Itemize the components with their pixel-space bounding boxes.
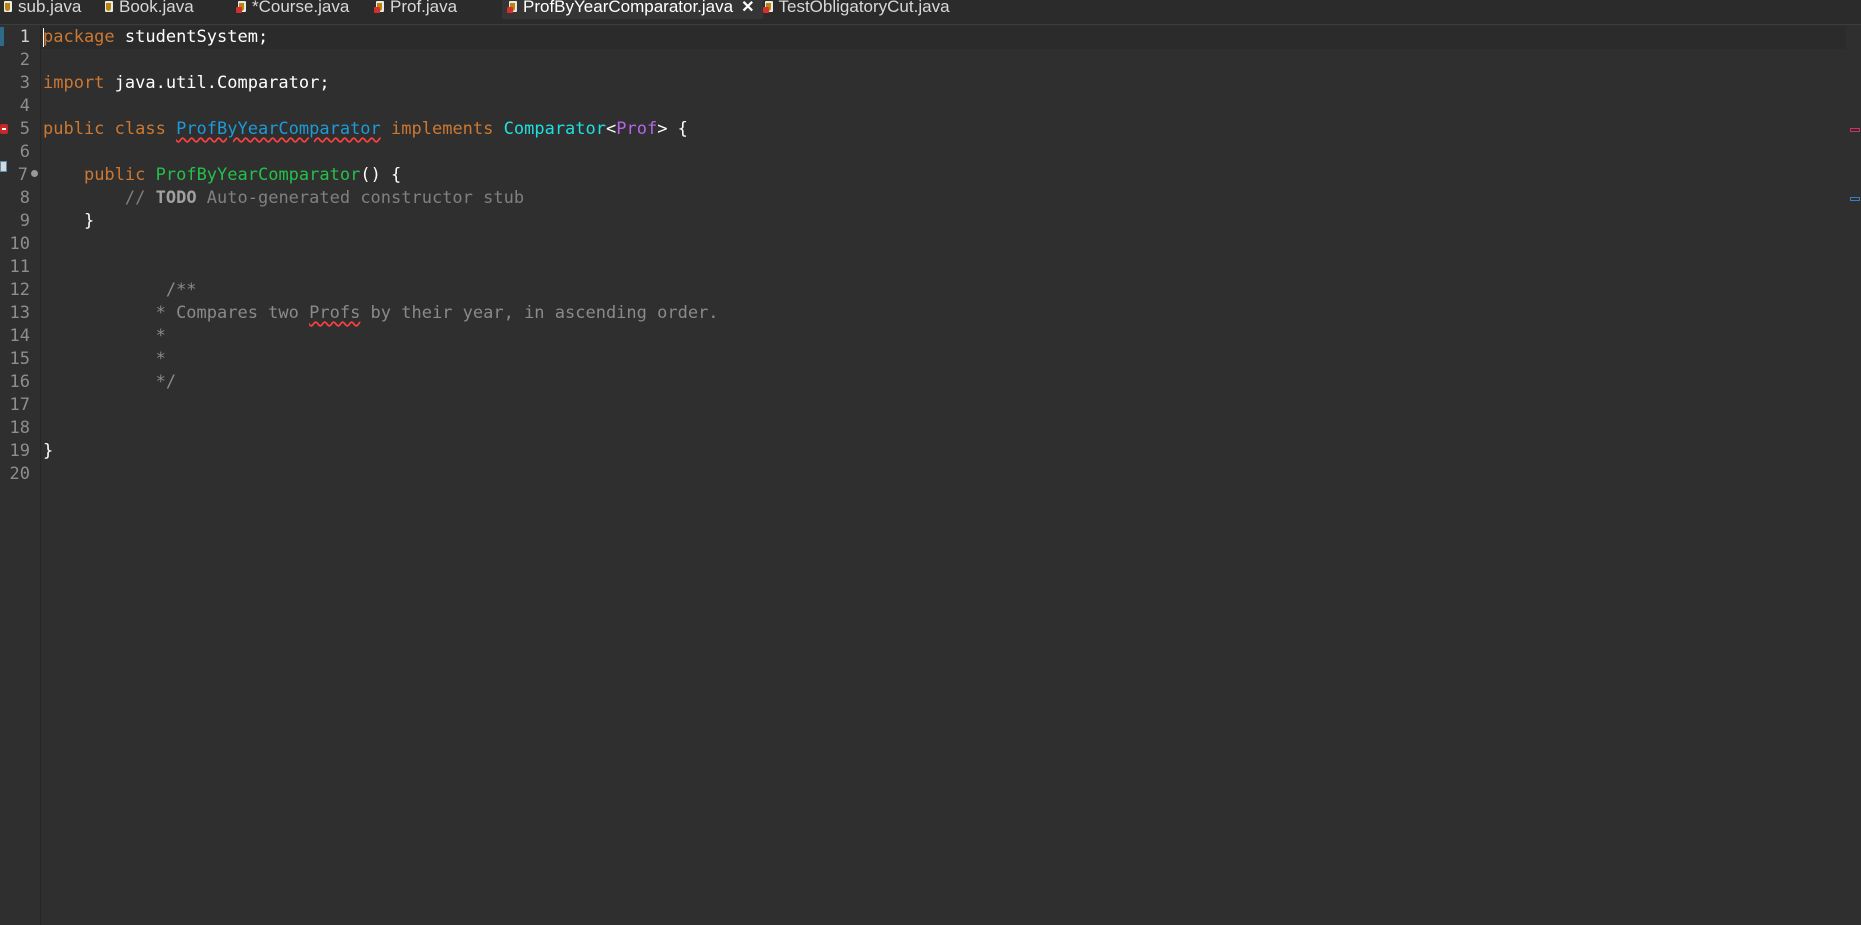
code-line-3: import java.util.Comparator;	[43, 73, 330, 93]
code-text-area[interactable]: package studentSystem; import java.util.…	[43, 25, 1843, 565]
line-number: 11	[9, 257, 30, 277]
tab-label: sub.java	[18, 0, 82, 16]
code-line-5: public class ProfByYearComparator implem…	[43, 119, 688, 139]
line-number: 12	[9, 280, 30, 300]
line-number: 5	[19, 119, 30, 139]
tab-prof-java[interactable]: Prof.java	[364, 0, 502, 19]
line-number: 16	[9, 372, 30, 392]
tab-testobligatorycut-java[interactable]: TestObligatoryCut.java	[762, 0, 950, 19]
line-number: 9	[19, 211, 30, 231]
tab-label: Prof.java	[390, 0, 458, 16]
code-editor[interactable]: 1 2 3 4 5 6 7 8 9 10 11 12 13 14 15 16 1…	[0, 25, 1861, 925]
tab-label: TestObligatoryCut.java	[778, 0, 950, 16]
tab-label: ProfByYearComparator.java	[523, 0, 734, 16]
overview-ruler[interactable]	[1846, 25, 1861, 925]
code-line-13: * Compares two Profs by their year, in a…	[155, 303, 719, 323]
code-line-8: // TODO Auto-generated constructor stub	[124, 188, 525, 208]
task-annotation-mark[interactable]	[1850, 197, 1860, 201]
line-number: 19	[9, 441, 30, 461]
line-number: 17	[9, 395, 30, 415]
code-line-12: /**	[165, 280, 197, 300]
current-line-marker	[0, 27, 4, 46]
editor-tab-bar: sub.java Book.java *Course.java Prof.jav…	[0, 0, 1861, 25]
tab-label: Book.java	[119, 0, 194, 16]
line-number: 3	[19, 73, 30, 93]
line-number-gutter: 1 2 3 4 5 6 7 8 9 10 11 12 13 14 15 16 1…	[0, 25, 41, 925]
line-number: 14	[9, 326, 30, 346]
tab-course-java[interactable]: *Course.java	[218, 0, 364, 19]
error-marker-icon[interactable]	[0, 124, 8, 134]
java-file-icon	[2, 1, 13, 13]
java-file-error-icon	[236, 1, 247, 13]
misspelled-word: Profs	[309, 303, 361, 323]
line-number: 20	[9, 464, 30, 484]
line-number: 4	[19, 96, 30, 116]
line-number: 7	[17, 165, 28, 185]
code-line-16: */	[155, 372, 177, 392]
line-number: 8	[19, 188, 30, 208]
java-file-error-icon	[762, 1, 774, 13]
line-number: 18	[9, 418, 30, 438]
line-number: 1	[19, 27, 30, 47]
error-annotation-mark[interactable]	[1850, 128, 1860, 132]
java-file-error-icon	[507, 1, 518, 13]
java-file-error-icon	[374, 1, 385, 13]
code-line-19: }	[43, 441, 54, 461]
tab-sub-java[interactable]: sub.java	[0, 0, 93, 19]
code-line-7: public ProfByYearComparator() {	[83, 165, 402, 185]
tab-profbyyearcomparator-java[interactable]: ProfByYearComparator.java ✕	[502, 0, 763, 19]
class-name: ProfByYearComparator	[176, 119, 381, 139]
line-number: 15	[9, 349, 30, 369]
code-line-14: *	[155, 326, 166, 346]
code-line-15: *	[155, 349, 166, 369]
close-icon[interactable]: ✕	[741, 0, 754, 17]
line-number: 10	[9, 234, 30, 254]
code-line-1: package studentSystem;	[43, 27, 269, 47]
java-file-icon	[103, 1, 114, 13]
line-number: 13	[9, 303, 30, 323]
task-marker-icon[interactable]	[0, 161, 7, 172]
eclipse-editor-window: sub.java Book.java *Course.java Prof.jav…	[0, 0, 1861, 925]
line-number: 2	[19, 50, 30, 70]
code-line-9: }	[83, 211, 95, 231]
tab-book-java[interactable]: Book.java	[93, 0, 218, 19]
override-indicator-icon[interactable]	[31, 170, 38, 177]
line-number: 6	[19, 142, 30, 162]
tab-label: *Course.java	[252, 0, 350, 16]
